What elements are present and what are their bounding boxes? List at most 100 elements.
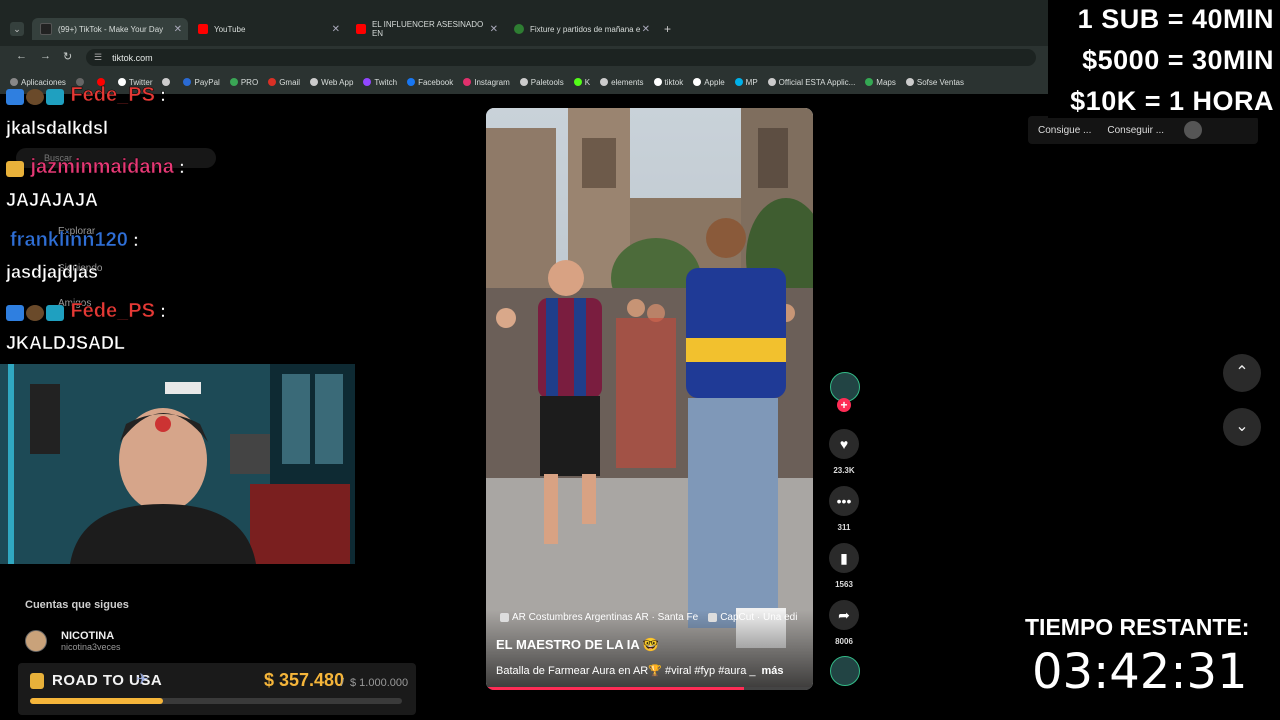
chat-message: Fede_PS : [6, 84, 166, 107]
like-count: 23.3K [833, 466, 855, 475]
follow-plus-icon[interactable]: + [837, 398, 851, 412]
share-icon[interactable]: ➦ [829, 600, 859, 630]
video-author-name[interactable]: EL MAESTRO DE LA IA 🤓 [496, 637, 659, 653]
goal-current-amount: $ 357.480 [264, 670, 345, 690]
video-progress-bar[interactable] [486, 687, 813, 690]
crown-badge-icon [6, 160, 24, 177]
close-tab-icon[interactable]: ✕ [490, 24, 498, 35]
site-settings-icon[interactable]: ☰ [94, 52, 102, 63]
bookmark-item[interactable]: MP [734, 78, 758, 87]
timer-label: TIEMPO RESTANTE: [1025, 614, 1250, 640]
new-tab-icon[interactable]: + [664, 22, 671, 36]
bookmark-label: Instagram [474, 77, 510, 87]
prime-badge-icon [6, 88, 24, 105]
bookmark-label: elements [611, 77, 644, 87]
bookmark-item[interactable]: Gmail [268, 78, 300, 87]
previous-video-chevron-up-icon[interactable]: ⌃ [1223, 354, 1261, 392]
user-avatar[interactable] [1184, 121, 1203, 139]
bookmark-favicon-icon [693, 78, 702, 86]
bookmark-item[interactable]: PRO [229, 78, 258, 87]
bookmark-favicon-icon [767, 78, 776, 86]
bookmark-favicon-icon [463, 78, 472, 86]
capcut-icon [708, 613, 718, 622]
location-chip[interactable]: AR Costumbres Argentinas AR · Santa Fe [500, 612, 698, 623]
sub-rule: 1 SUB = 40MIN [1077, 4, 1274, 34]
bookmark-favicon-icon [363, 78, 372, 86]
chat-message-text: JAJAJAJA [6, 190, 99, 211]
tab-search-button[interactable]: ⌄ [10, 22, 24, 36]
url-field[interactable]: ☰ tiktok.com [86, 49, 1036, 66]
goal-progress-bar [30, 698, 402, 704]
bookmark-item[interactable]: Instagram [463, 78, 510, 87]
app-promo-button[interactable]: Conseguir ... [1107, 125, 1164, 136]
bookmark-label: Twitch [374, 77, 398, 87]
more-link[interactable]: más [762, 665, 784, 677]
promo-bar: Consigue ... Conseguir ... [1028, 116, 1258, 144]
reload-icon[interactable]: ↻ [63, 50, 72, 63]
bookmark-favicon-icon [229, 78, 238, 86]
bookmark-item[interactable]: Twitch [363, 78, 397, 87]
bookmark-label: PayPal [194, 77, 220, 87]
video-progress-fill [486, 687, 745, 690]
bookmark-item[interactable]: K [573, 77, 591, 87]
following-account-item[interactable]: NICOTINA nicotina3veces [25, 630, 121, 652]
comment-icon[interactable]: ••• [829, 486, 859, 516]
video-player[interactable]: AR Costumbres Argentinas AR · Santa Fe C… [486, 108, 813, 690]
money-bag-icon [30, 673, 44, 689]
chat-message: jazminmaidana : [6, 156, 185, 179]
url-text: tiktok.com [112, 52, 153, 63]
browser-tab-fixture[interactable]: Fixture y partidos de mañana e ✕ [506, 18, 656, 40]
back-arrow-icon[interactable]: ← [16, 50, 27, 62]
video-frame-image [486, 108, 813, 690]
bookmark-item[interactable]: tiktok [653, 78, 683, 87]
forward-arrow-icon[interactable]: → [40, 50, 51, 62]
browser-tab-influencer[interactable]: EL INFLUENCER ASESINADO EN ✕ [348, 18, 504, 40]
chip-label: AR Costumbres Argentinas AR · Santa Fe [512, 612, 699, 623]
sound-disc-avatar[interactable] [830, 656, 860, 686]
chat-colon: : [127, 230, 140, 251]
bookmark-label: K [584, 77, 591, 87]
comment-count: 311 [837, 523, 851, 532]
chat-message: franklinn120 : [6, 229, 139, 252]
bookmark-item[interactable]: Official ESTA Applic... [767, 78, 855, 87]
close-tab-icon[interactable]: ✕ [642, 24, 650, 35]
bookmark-favicon-icon [519, 78, 528, 86]
location-pin-icon [500, 613, 509, 622]
bookmark-item[interactable]: Maps [865, 78, 896, 87]
bookmark-icon[interactable]: ▮ [829, 543, 859, 573]
close-tab-icon[interactable]: ✕ [332, 24, 340, 35]
close-tab-icon[interactable]: ✕ [174, 24, 182, 35]
bookmark-item[interactable]: Paletools [519, 77, 564, 87]
bookmark-item[interactable]: Sofse Ventas [905, 78, 964, 87]
browser-tab-youtube[interactable]: YouTube ✕ [190, 18, 346, 40]
following-account-handle: nicotina3veces [61, 642, 121, 652]
share-count: 8006 [835, 637, 853, 646]
following-account-name: NICOTINA [61, 630, 115, 642]
youtube-favicon-icon [198, 24, 208, 34]
save-count: 1563 [835, 580, 853, 589]
bookmark-item[interactable]: Facebook [407, 78, 453, 87]
next-video-chevron-down-icon[interactable]: ⌄ [1223, 408, 1261, 446]
video-anchor-chips: AR Costumbres Argentinas AR · Santa Fe C… [500, 612, 797, 623]
chat-colon: : [173, 157, 186, 178]
goal-progress-fill [30, 698, 163, 704]
donation-goal-widget: ROAD TO USA ✈ $ 357.480 / $ 1.000.000 [18, 663, 416, 715]
fixture-favicon-icon [514, 24, 524, 34]
chat-colon: : [154, 85, 167, 106]
bookmark-item[interactable]: elements [600, 77, 644, 87]
capcut-chip[interactable]: CapCut · Una edi [708, 612, 797, 623]
bookmark-label: Paletools [530, 77, 564, 87]
browser-tab-tiktok[interactable]: (99+) TikTok - Make Your Day ✕ [32, 18, 188, 40]
goal-target-amount: $ 1.000.000 [350, 677, 409, 689]
bookmark-favicon-icon [653, 78, 662, 86]
streamer-webcam [0, 364, 355, 564]
bookmark-item[interactable]: PayPal [183, 77, 220, 87]
airplane-icon: ✈ [136, 671, 149, 688]
tab-title: (99+) TikTok - Make Your Day [58, 24, 164, 34]
coins-promo-button[interactable]: Consigue ... [1038, 125, 1091, 136]
chat-username: Fede_PS [70, 300, 155, 323]
bookmark-item[interactable]: Apple [693, 78, 725, 87]
like-heart-icon[interactable]: ♥ [829, 429, 859, 459]
bookmark-item[interactable]: Web App [310, 78, 353, 87]
subathon-rules-overlay: 1 SUB = 40MIN $5000 = 30MIN $10K = 1 HOR… [1048, 0, 1280, 118]
